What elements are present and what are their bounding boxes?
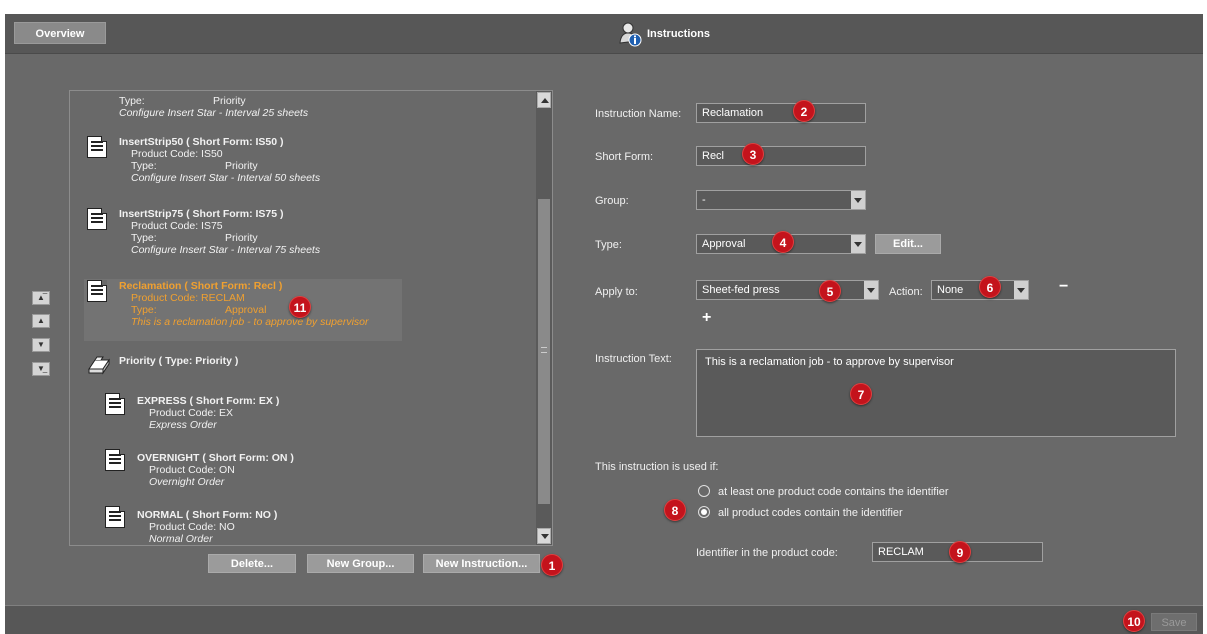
scroll-up-icon[interactable] [537,92,551,108]
group-item[interactable]: Priority ( Type: Priority ) [119,355,238,367]
apply-to-label: Apply to: [595,286,638,298]
edit-type-button[interactable]: Edit... [875,234,941,254]
instructions-window: Overview Instructions ▲̅ ▲ ▼ ▼̲ Type: Pri… [5,14,1203,634]
instruction-doc-icon [105,393,125,415]
chevron-down-icon[interactable] [864,281,878,299]
bottom-bar: Save [5,605,1203,634]
instruction-doc-icon [105,506,125,528]
callout-badge: 4 [772,231,794,253]
tab-overview[interactable]: Overview [14,22,106,44]
add-target-button[interactable]: + [702,309,711,327]
list-scrollbar[interactable] [536,91,552,545]
new-instruction-button[interactable]: New Instruction... [423,554,540,573]
chevron-down-icon[interactable] [851,235,865,253]
option-any-label[interactable]: at least one product code contains the i… [718,486,949,498]
callout-badge: 3 [742,143,764,165]
move-top-button[interactable]: ▲̅ [32,291,50,305]
top-bar: Overview Instructions [5,14,1203,54]
apply-to-select[interactable]: Sheet-fed press [696,280,879,300]
remove-target-button[interactable]: − [1059,278,1068,296]
option-all-label[interactable]: all product codes contain the identifier [718,507,903,519]
scroll-down-icon[interactable] [537,528,551,544]
callout-badge: 11 [289,296,311,318]
move-up-button[interactable]: ▲ [32,314,50,328]
group-label: Group: [595,195,629,207]
instruction-doc-icon [87,208,107,230]
title-text: Instructions [647,28,710,40]
chevron-down-icon[interactable] [851,191,865,209]
radio-all-codes[interactable] [698,506,710,518]
instruction-text-label: Instruction Text: [595,353,672,365]
callout-badge: 7 [850,383,872,405]
page-title: Instructions [617,21,710,47]
list-item[interactable]: InsertStrip75 ( Short Form: IS75 ) Produ… [119,208,320,256]
short-form-field[interactable]: Recl [696,146,866,166]
list-item[interactable]: OVERNIGHT ( Short Form: ON ) Product Cod… [137,452,294,488]
callout-badge: 5 [819,280,841,302]
type-label: Type: [595,239,622,251]
chevron-down-icon[interactable] [1014,281,1028,299]
save-button[interactable]: Save [1151,613,1197,631]
instruction-name-field[interactable]: Reclamation [696,103,866,123]
callout-badge: 9 [949,541,971,563]
instruction-name-label: Instruction Name: [595,108,682,120]
radio-at-least-one[interactable] [698,485,710,497]
scroll-thumb[interactable] [538,199,550,504]
group-folder-icon [87,355,111,375]
instruction-doc-icon [87,280,107,302]
used-if-label: This instruction is used if: [595,461,719,473]
list-item[interactable]: NORMAL ( Short Form: NO ) Product Code: … [137,509,277,545]
instruction-text-area[interactable]: This is a reclamation job - to approve b… [696,349,1176,437]
short-form-label: Short Form: [595,151,654,163]
move-bottom-button[interactable]: ▼̲ [32,362,50,376]
new-group-button[interactable]: New Group... [307,554,414,573]
callout-badge: 10 [1123,610,1145,632]
callout-badge: 1 [541,554,563,576]
callout-badge: 8 [664,499,686,521]
instruction-doc-icon [105,449,125,471]
instruction-list[interactable]: Type: Priority Configure Insert Star - In… [69,90,553,546]
list-item[interactable]: InsertStrip50 ( Short Form: IS50 ) Produ… [119,136,320,184]
move-down-button[interactable]: ▼ [32,338,50,352]
callout-badge: 2 [793,100,815,122]
list-item[interactable]: EXPRESS ( Short Form: EX ) Product Code:… [137,395,279,431]
callout-badge: 6 [979,276,1001,298]
list-item[interactable]: Type: Priority Configure Insert Star - In… [119,95,308,119]
group-select[interactable]: - [696,190,866,210]
instructions-icon [617,21,643,47]
instruction-doc-icon [87,136,107,158]
action-label: Action: [889,286,923,298]
identifier-label: Identifier in the product code: [696,547,838,559]
list-item-selected[interactable]: Reclamation ( Short Form: Recl ) Product… [119,280,369,328]
delete-button[interactable]: Delete... [208,554,296,573]
